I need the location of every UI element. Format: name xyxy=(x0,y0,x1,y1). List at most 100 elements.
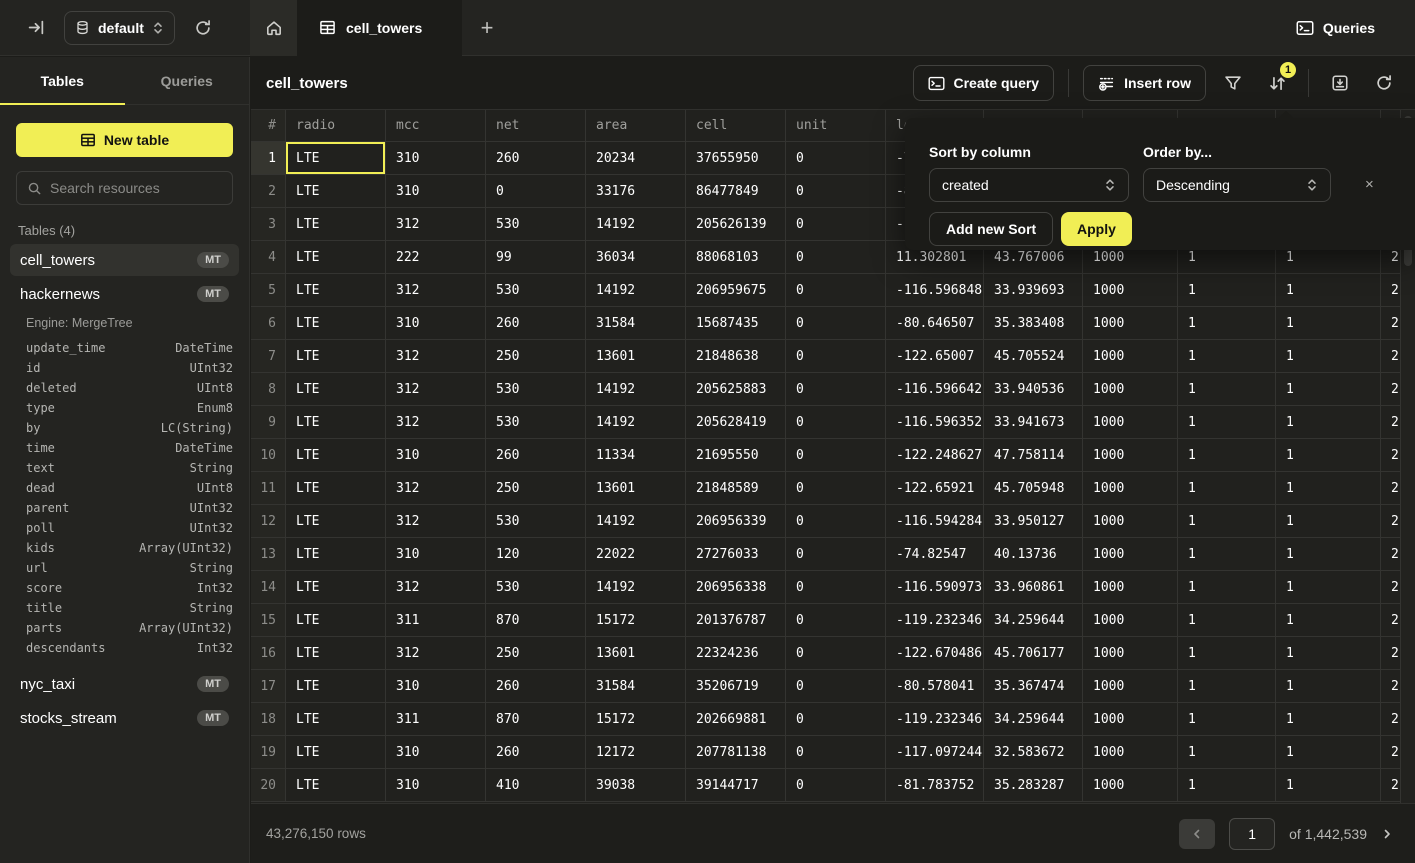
data-cell[interactable]: 1000 xyxy=(1083,472,1178,505)
data-cell[interactable]: -119.232346 xyxy=(886,604,984,637)
data-cell[interactable]: -122.65921 xyxy=(886,472,984,505)
data-cell[interactable]: -117.097244 xyxy=(886,736,984,769)
data-cell[interactable]: 22324236 xyxy=(686,637,786,670)
data-cell[interactable]: 0 xyxy=(486,175,586,208)
data-cell[interactable]: LTE xyxy=(286,439,386,472)
data-cell[interactable]: -116.596352 xyxy=(886,406,984,439)
data-cell[interactable]: 1 xyxy=(1178,307,1276,340)
data-cell[interactable]: 201376787 xyxy=(686,604,786,637)
data-cell[interactable]: 1 xyxy=(1276,769,1381,802)
filter-button[interactable] xyxy=(1216,66,1250,100)
data-cell[interactable]: 88068103 xyxy=(686,241,786,274)
data-cell[interactable]: 33.940536 xyxy=(984,373,1083,406)
data-cell[interactable]: 205628419 xyxy=(686,406,786,439)
data-cell[interactable]: 14192 xyxy=(586,406,686,439)
data-cell[interactable]: 1000 xyxy=(1083,439,1178,472)
data-cell[interactable]: LTE xyxy=(286,472,386,505)
data-cell[interactable]: 14192 xyxy=(586,274,686,307)
data-cell[interactable]: 2 xyxy=(1381,274,1402,307)
sidebar-table-stocks_stream[interactable]: stocks_streamMT xyxy=(10,702,239,734)
data-cell[interactable]: 40.13736 xyxy=(984,538,1083,571)
data-cell[interactable]: LTE xyxy=(286,571,386,604)
data-cell[interactable]: LTE xyxy=(286,340,386,373)
order-select[interactable]: Descending xyxy=(1143,168,1331,202)
sidebar-tab-queries[interactable]: Queries xyxy=(125,57,250,104)
data-cell[interactable]: 0 xyxy=(786,538,886,571)
data-cell[interactable]: 1 xyxy=(1276,373,1381,406)
data-cell[interactable]: 2 xyxy=(1381,472,1402,505)
data-cell[interactable]: 312 xyxy=(386,637,486,670)
data-cell[interactable]: 2 xyxy=(1381,406,1402,439)
data-cell[interactable]: 14192 xyxy=(586,208,686,241)
data-cell[interactable]: 1 xyxy=(1178,736,1276,769)
data-cell[interactable]: LTE xyxy=(286,142,386,175)
data-cell[interactable]: 1000 xyxy=(1083,769,1178,802)
data-cell[interactable]: 1 xyxy=(1178,373,1276,406)
data-cell[interactable]: 311 xyxy=(386,703,486,736)
refresh-table-button[interactable] xyxy=(1367,66,1401,100)
data-cell[interactable]: 1000 xyxy=(1083,340,1178,373)
data-cell[interactable]: 260 xyxy=(486,439,586,472)
data-cell[interactable]: 11334 xyxy=(586,439,686,472)
data-cell[interactable]: 312 xyxy=(386,472,486,505)
data-cell[interactable]: 530 xyxy=(486,373,586,406)
data-cell[interactable]: LTE xyxy=(286,703,386,736)
data-cell[interactable]: 14192 xyxy=(586,571,686,604)
data-cell[interactable]: 0 xyxy=(786,406,886,439)
data-cell[interactable]: 1000 xyxy=(1083,505,1178,538)
data-cell[interactable]: 2 xyxy=(1381,769,1402,802)
data-cell[interactable]: -122.65007 xyxy=(886,340,984,373)
data-cell[interactable]: 2 xyxy=(1381,307,1402,340)
data-cell[interactable]: 260 xyxy=(486,142,586,175)
data-cell[interactable]: -116.596642 xyxy=(886,373,984,406)
data-cell[interactable]: 45.706177 xyxy=(984,637,1083,670)
data-cell[interactable]: -74.82547 xyxy=(886,538,984,571)
data-cell[interactable]: 15172 xyxy=(586,604,686,637)
data-cell[interactable]: LTE xyxy=(286,208,386,241)
data-cell[interactable]: 260 xyxy=(486,307,586,340)
data-cell[interactable]: 0 xyxy=(786,241,886,274)
data-cell[interactable]: 260 xyxy=(486,736,586,769)
data-cell[interactable]: 0 xyxy=(786,604,886,637)
data-cell[interactable]: 34.259644 xyxy=(984,703,1083,736)
data-cell[interactable]: 310 xyxy=(386,670,486,703)
data-cell[interactable]: -80.578041 xyxy=(886,670,984,703)
data-cell[interactable]: -81.783752 xyxy=(886,769,984,802)
data-cell[interactable]: 14192 xyxy=(586,373,686,406)
column-header-unit[interactable]: unit xyxy=(786,110,886,142)
data-cell[interactable]: 310 xyxy=(386,769,486,802)
add-new-sort-button[interactable]: Add new Sort xyxy=(929,212,1053,246)
data-cell[interactable]: 2 xyxy=(1381,670,1402,703)
previous-page-button[interactable] xyxy=(1179,819,1215,849)
data-cell[interactable]: LTE xyxy=(286,670,386,703)
data-cell[interactable]: 15172 xyxy=(586,703,686,736)
data-cell[interactable]: 530 xyxy=(486,208,586,241)
column-header-net[interactable]: net xyxy=(486,110,586,142)
sort-column-select[interactable]: created xyxy=(929,168,1129,202)
data-cell[interactable]: 35.367474 xyxy=(984,670,1083,703)
data-cell[interactable]: 0 xyxy=(786,670,886,703)
data-cell[interactable]: 250 xyxy=(486,340,586,373)
data-cell[interactable]: 2 xyxy=(1381,703,1402,736)
tab-home[interactable] xyxy=(250,0,297,56)
data-cell[interactable]: 0 xyxy=(786,175,886,208)
data-cell[interactable]: 530 xyxy=(486,274,586,307)
column-header-row-number[interactable]: # xyxy=(251,110,286,142)
data-cell[interactable]: 2 xyxy=(1381,637,1402,670)
data-cell[interactable]: LTE xyxy=(286,406,386,439)
data-cell[interactable]: 13601 xyxy=(586,472,686,505)
data-cell[interactable]: 33176 xyxy=(586,175,686,208)
data-cell[interactable]: 1000 xyxy=(1083,274,1178,307)
data-cell[interactable]: 2 xyxy=(1381,538,1402,571)
column-header-cell[interactable]: cell xyxy=(686,110,786,142)
data-cell[interactable]: -116.590973 xyxy=(886,571,984,604)
export-button[interactable] xyxy=(1323,66,1357,100)
data-cell[interactable]: 1000 xyxy=(1083,373,1178,406)
data-cell[interactable]: 20234 xyxy=(586,142,686,175)
data-cell[interactable]: LTE xyxy=(286,769,386,802)
data-cell[interactable]: 311 xyxy=(386,604,486,637)
data-cell[interactable]: 0 xyxy=(786,472,886,505)
data-cell[interactable]: 1 xyxy=(1276,670,1381,703)
data-cell[interactable]: 1000 xyxy=(1083,736,1178,769)
data-cell[interactable]: 22022 xyxy=(586,538,686,571)
